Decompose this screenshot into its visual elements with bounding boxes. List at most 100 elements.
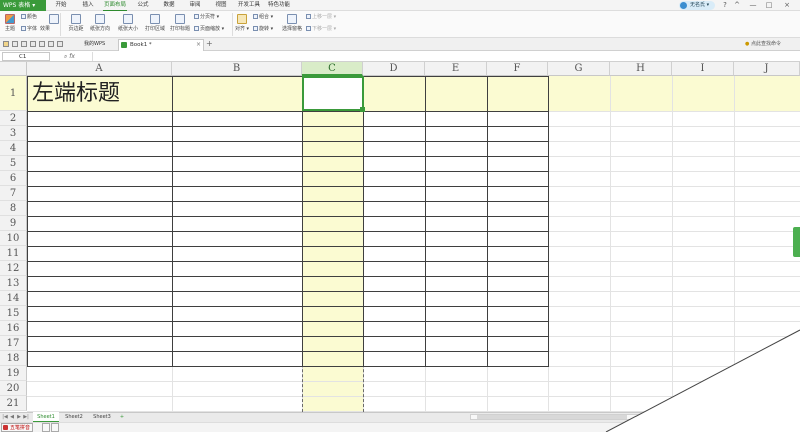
row-header-16[interactable]: 16 <box>0 321 27 336</box>
shape-button[interactable] <box>47 11 61 38</box>
column-header-h[interactable]: H <box>610 62 672 76</box>
print-area-button[interactable]: 打印区域 <box>143 11 167 38</box>
menu-insert[interactable]: 插入 <box>79 0 97 11</box>
group-button[interactable]: 组合 ▾ <box>253 13 273 21</box>
menu-review[interactable]: 审阅 <box>186 0 204 11</box>
row-header-8[interactable]: 8 <box>0 201 27 216</box>
row-header-14[interactable]: 14 <box>0 291 27 306</box>
row-header-11[interactable]: 11 <box>0 246 27 261</box>
tab-book1[interactable]: Book1 * <box>118 39 204 51</box>
print-icon[interactable] <box>21 41 27 47</box>
row-header-18[interactable]: 18 <box>0 351 27 366</box>
ime-moon-icon[interactable] <box>42 423 50 432</box>
menu-formulas[interactable]: 公式 <box>134 0 152 11</box>
select-all-corner[interactable] <box>0 62 27 76</box>
menu-page-layout[interactable]: 页面布局 <box>103 0 127 11</box>
close-tab-icon[interactable]: × <box>196 39 201 50</box>
row-header-5[interactable]: 5 <box>0 156 27 171</box>
menu-home[interactable]: 开始 <box>52 0 70 11</box>
row-header-12[interactable]: 12 <box>0 261 27 276</box>
column-header-j[interactable]: J <box>734 62 800 76</box>
add-sheet-icon[interactable]: + <box>117 412 127 422</box>
fill-handle[interactable] <box>360 107 365 112</box>
theme-button[interactable]: 主题 <box>2 11 18 38</box>
side-panel-toggle[interactable] <box>793 227 800 257</box>
next-sheet-icon[interactable]: ▶ <box>16 412 22 422</box>
command-search[interactable]: ● 点此查找命令 (Alt+Q) <box>745 38 800 60</box>
orientation-button[interactable]: 纸张方向 <box>88 11 112 38</box>
column-header-i[interactable]: I <box>672 62 734 76</box>
collapse-ribbon-icon[interactable]: ^ <box>732 0 742 11</box>
row-header-6[interactable]: 6 <box>0 171 27 186</box>
paper-size-button[interactable]: 纸张大小 <box>116 11 140 38</box>
row-header-1[interactable]: 1 <box>0 76 27 111</box>
row-header-9[interactable]: 9 <box>0 216 27 231</box>
rotate-button[interactable]: 旋转 ▾ <box>253 25 273 33</box>
gridline <box>610 76 611 412</box>
avatar <box>680 2 687 9</box>
format-painter-icon[interactable] <box>39 41 45 47</box>
ime-punct-icon[interactable] <box>51 423 59 432</box>
margins-button[interactable]: 页边距 <box>66 11 86 38</box>
align-button[interactable]: 对齐 ▾ <box>234 11 250 38</box>
row-header-20[interactable]: 20 <box>0 381 27 396</box>
scrollbar-thumb[interactable] <box>477 415 627 419</box>
sheet-tab-3[interactable]: Sheet3 <box>89 412 115 422</box>
theme-colors-button[interactable]: 颜色 <box>21 13 37 21</box>
undo-icon[interactable] <box>48 41 54 47</box>
row-header-4[interactable]: 4 <box>0 141 27 156</box>
last-sheet-icon[interactable]: ▶| <box>23 412 29 422</box>
close-button[interactable]: × <box>782 0 792 11</box>
new-tab-icon[interactable]: + <box>206 38 213 50</box>
row-header-17[interactable]: 17 <box>0 336 27 351</box>
column-header-g[interactable]: G <box>548 62 610 76</box>
active-cell-c1[interactable] <box>302 76 364 111</box>
minimize-button[interactable]: — <box>748 0 758 11</box>
preview-icon[interactable] <box>30 41 36 47</box>
menu-data[interactable]: 数据 <box>160 0 178 11</box>
column-header-c[interactable]: C <box>302 62 363 76</box>
name-box[interactable]: C1 <box>2 52 50 61</box>
sheet-tab-1[interactable]: Sheet1 <box>33 412 59 422</box>
row-header-13[interactable]: 13 <box>0 276 27 291</box>
first-sheet-icon[interactable]: |◀ <box>2 412 8 422</box>
page-zoom-button[interactable]: 页面缩放 ▾ <box>194 25 224 33</box>
cell-a1[interactable]: 左端标题 <box>28 76 172 111</box>
page-break-button[interactable]: 分页符 ▾ <box>194 13 219 21</box>
column-header-d[interactable]: D <box>363 62 425 76</box>
print-titles-button[interactable]: 打印标题 <box>169 11 191 38</box>
zoom-icon[interactable]: ⌕ <box>64 53 67 60</box>
column-header-a[interactable]: A <box>27 62 172 76</box>
column-header-f[interactable]: F <box>487 62 548 76</box>
row-header-3[interactable]: 3 <box>0 126 27 141</box>
prev-sheet-icon[interactable]: ◀ <box>9 412 15 422</box>
theme-fonts-button[interactable]: 字体 <box>21 25 37 33</box>
table-border <box>27 246 549 247</box>
fx-icon[interactable]: fx <box>69 53 75 60</box>
bring-forward-button[interactable]: 上移一层 ▾ <box>306 13 336 21</box>
send-backward-button[interactable]: 下移一层 ▾ <box>306 25 336 33</box>
row-header-7[interactable]: 7 <box>0 186 27 201</box>
row-header-21[interactable]: 21 <box>0 396 27 411</box>
formula-input[interactable] <box>92 52 798 61</box>
send-backward-icon <box>306 26 311 31</box>
app-menu-button[interactable]: WPS 表格 ▾ <box>0 0 46 11</box>
row-header-15[interactable]: 15 <box>0 306 27 321</box>
maximize-button[interactable]: □ <box>764 0 774 11</box>
menu-features[interactable]: 特色功能 <box>266 0 292 11</box>
sheet-tab-2[interactable]: Sheet2 <box>61 412 87 422</box>
menu-developer[interactable]: 开发工具 <box>236 0 262 11</box>
row-header-2[interactable]: 2 <box>0 111 27 126</box>
menu-view[interactable]: 视图 <box>212 0 230 11</box>
table-border <box>27 351 549 352</box>
row-header-19[interactable]: 19 <box>0 366 27 381</box>
open-folder-icon[interactable] <box>3 41 9 47</box>
tab-my-wps[interactable]: 我的WPS <box>74 39 116 50</box>
selection-pane-button[interactable]: 选择窗格 <box>280 11 304 38</box>
redo-icon[interactable] <box>57 41 63 47</box>
column-header-e[interactable]: E <box>425 62 487 76</box>
row-header-10[interactable]: 10 <box>0 231 27 246</box>
column-header-b[interactable]: B <box>172 62 302 76</box>
help-icon[interactable]: ? <box>720 0 730 11</box>
save-icon[interactable] <box>12 41 18 47</box>
